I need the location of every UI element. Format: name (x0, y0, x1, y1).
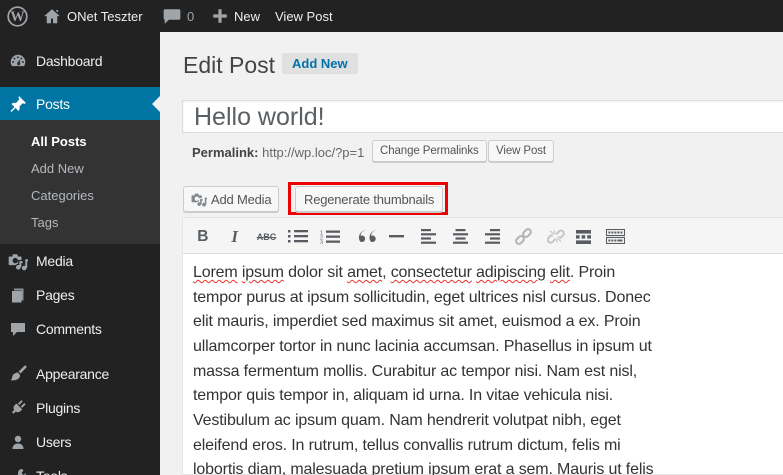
svg-text:W: W (10, 9, 25, 25)
svg-text:3: 3 (320, 240, 323, 244)
